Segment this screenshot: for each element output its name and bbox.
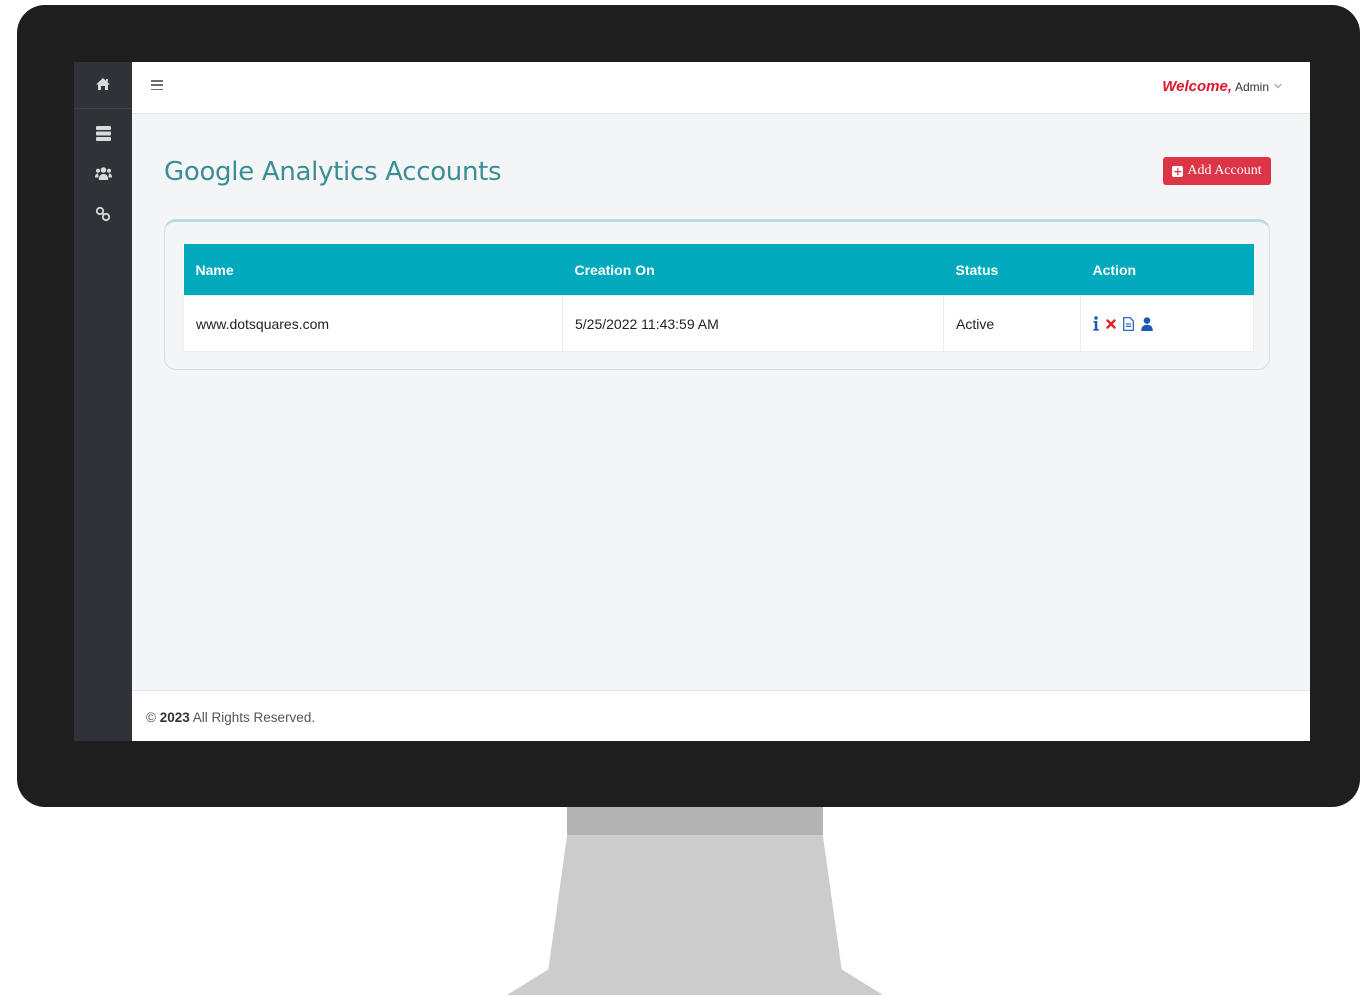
- plus-square-icon: +: [1172, 164, 1184, 178]
- action-cell: [1080, 295, 1254, 352]
- monitor-stand: [507, 835, 883, 995]
- column-header-status[interactable]: Status: [943, 244, 1081, 296]
- welcome-label: Welcome,: [1162, 78, 1232, 95]
- delete-icon[interactable]: [1106, 318, 1116, 329]
- server-icon: [95, 125, 111, 145]
- copyright-year: 2023: [159, 710, 190, 725]
- column-header-action: Action: [1080, 244, 1254, 296]
- sidebar: [74, 62, 132, 741]
- users-icon: [94, 166, 112, 185]
- copyright-text: © 2023 All Rights Reserved.: [146, 710, 315, 725]
- copyright-symbol: ©: [146, 710, 156, 725]
- status-cell: Active: [943, 295, 1081, 352]
- user-icon[interactable]: [1141, 316, 1153, 331]
- top-bar: Welcome, Admin: [132, 62, 1310, 114]
- info-icon[interactable]: [1093, 316, 1099, 331]
- copyright-label: All Rights Reserved.: [192, 710, 316, 725]
- menu-toggle-icon[interactable]: [151, 80, 163, 90]
- add-account-label: Add Account: [1187, 163, 1262, 178]
- column-header-name[interactable]: Name: [183, 244, 563, 296]
- table-header-row: Name Creation On Status Action: [183, 244, 1254, 296]
- add-account-button[interactable]: + Add Account: [1163, 157, 1271, 185]
- account-name-cell: www.dotsquares.com: [183, 295, 563, 352]
- sidebar-item-links[interactable]: [93, 206, 113, 226]
- sidebar-item-home[interactable]: [74, 62, 132, 109]
- sidebar-item-servers[interactable]: [93, 125, 113, 145]
- user-menu[interactable]: Welcome, Admin: [1162, 78, 1282, 95]
- accounts-table: Name Creation On Status Action www.dotsq…: [183, 244, 1254, 352]
- sidebar-item-users[interactable]: [93, 165, 113, 185]
- user-name: Admin: [1234, 79, 1269, 94]
- home-icon: [95, 76, 111, 95]
- creation-date-cell: 5/25/2022 11:43:59 AM: [562, 295, 944, 352]
- table-row: www.dotsquares.com 5/25/2022 11:43:59 AM…: [183, 295, 1254, 352]
- page-title: Google Analytics Accounts: [164, 157, 502, 187]
- app-screen: Welcome, Admin Google Analytics Accounts…: [74, 62, 1310, 741]
- monitor-stand-neck: [567, 807, 823, 835]
- document-icon[interactable]: [1123, 316, 1134, 331]
- link-icon: [95, 206, 111, 226]
- accounts-card: Name Creation On Status Action www.dotsq…: [164, 219, 1270, 370]
- footer: © 2023 All Rights Reserved.: [132, 690, 1310, 741]
- column-header-creation-on[interactable]: Creation On: [562, 244, 944, 296]
- chevron-down-icon: [1274, 81, 1282, 92]
